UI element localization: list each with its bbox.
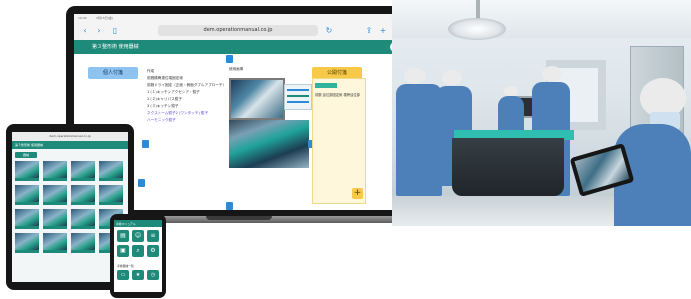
address-bar[interactable]: dem.operationmanual.co.jp (158, 25, 318, 36)
phone-header: 手術マニュアル (114, 220, 162, 227)
thumbnail[interactable] (15, 209, 39, 229)
menu-button[interactable]: ▣ (117, 245, 129, 257)
drag-handle-corner[interactable] (138, 179, 145, 187)
person-icon: ☺ (134, 232, 142, 239)
instrument-photo-small[interactable] (284, 84, 312, 110)
thumbnail[interactable] (71, 209, 95, 229)
text-line: 1 (１)キッチンアクセシア・鉗子 (147, 90, 200, 94)
instrument-photo[interactable] (229, 78, 285, 120)
thumbnail[interactable] (99, 161, 123, 181)
phone-title: 手術マニュアル (116, 222, 136, 226)
thumbnail[interactable] (71, 233, 95, 253)
thumbnail[interactable] (43, 209, 67, 229)
star-icon: ★ (135, 272, 141, 278)
reload-icon[interactable]: ↻ (324, 26, 334, 36)
thumbnail[interactable] (43, 233, 67, 253)
ceiling (392, 0, 691, 38)
text-line: 作成 (147, 69, 155, 73)
text-line: 3 (３)キッチン鉗子 (147, 104, 179, 108)
image-column-label: 使用画像 (229, 67, 244, 71)
menu-button[interactable]: ★ (132, 270, 144, 280)
thumbnail[interactable] (15, 161, 39, 181)
public-note-panel: 前腕 遠位部固定術 橈骨遠位部 (312, 78, 366, 204)
tablet-title: 第３整形術 使用器械 (15, 143, 43, 147)
text-link[interactable]: ハーモニック鉗子 (147, 117, 225, 124)
procedure-text: 作成 前腕橈骨遠位端固定術 前腕ドライ固定（正面・側面ダブルアプローチ） 1 (… (147, 68, 225, 124)
text-line: 前腕ドライ固定（正面・側面ダブルアプローチ） (147, 83, 225, 87)
operating-room-photo (392, 0, 691, 226)
thumbnail[interactable] (99, 185, 123, 205)
laptop-notch (206, 216, 272, 220)
phone-screen: 手術マニュアル ▤ ☺ ≡ ▣ ⌕ ⚙ 手術器械一覧 ▭ ★ ◷ (114, 220, 162, 292)
thumbnail[interactable] (43, 161, 67, 181)
menu-button[interactable]: ▭ (117, 270, 129, 280)
text-link[interactable]: ネクストーム鉗子2 (ワンタッチ) 鉗子 (147, 110, 225, 117)
browser-toolbar: ‹ › ▯ dem.operationmanual.co.jp ↻ ⇪ + ⧉ (74, 22, 404, 41)
personal-note-tab[interactable]: 個人付箋 (88, 67, 138, 79)
phone-menu-grid-2: ▭ ★ ◷ (117, 270, 159, 280)
tablet-address-bar[interactable]: dem.operationmanual.co.jp (12, 132, 128, 141)
document-icon: ▤ (120, 232, 126, 239)
surgical-light (448, 18, 506, 40)
thumbnail[interactable] (43, 185, 67, 205)
phone-menu-grid: ▤ ☺ ≡ ▣ ⌕ ⚙ (117, 230, 159, 257)
image-icon: ▣ (120, 247, 126, 254)
tablet-section-label: 器械 (15, 152, 37, 158)
surgeon-cap (442, 70, 462, 85)
public-note-text: 前腕 遠位部固定術 橈骨遠位部 (315, 93, 360, 97)
search-icon: ⌕ (136, 247, 140, 254)
menu-button[interactable]: ⚙ (147, 245, 159, 257)
book-icon[interactable]: ▯ (110, 26, 120, 36)
menu-button[interactable]: ▤ (117, 230, 129, 242)
gear-icon: ⚙ (150, 247, 156, 254)
app-title-bar: 第３整形術 使用器械 × (74, 40, 404, 54)
drag-handle-top[interactable] (226, 55, 233, 63)
list-icon: ≡ (150, 232, 156, 239)
phone-section-label: 手術器械一覧 (117, 264, 134, 268)
add-tab-icon[interactable]: + (378, 26, 388, 36)
status-time: 10:32 (78, 16, 87, 20)
folder-icon: ▭ (120, 272, 126, 278)
surgeon-cap (404, 68, 426, 84)
text-line: 前腕橈骨遠位端固定術 (147, 76, 183, 80)
note-chip (315, 83, 337, 88)
thumbnail[interactable] (15, 185, 39, 205)
menu-button[interactable]: ⌕ (132, 245, 144, 257)
menu-button[interactable]: ≡ (147, 230, 159, 242)
tablet-header: 第３整形術 使用器械 (12, 141, 128, 149)
clock-icon: ◷ (150, 272, 156, 278)
nurse-cap (542, 66, 562, 82)
thumbnail-grid (15, 161, 125, 253)
menu-button[interactable]: ◷ (147, 270, 159, 280)
thumbnail[interactable] (15, 233, 39, 253)
forward-icon[interactable]: › (94, 26, 104, 36)
text-line: 2 (２)キャリパス鉗子 (147, 97, 182, 101)
page-title: 第３整形術 使用器械 (92, 44, 139, 50)
surgical-drape (452, 138, 564, 196)
drag-handle-bottom[interactable] (226, 202, 233, 210)
plus-icon: + (353, 188, 362, 198)
thumbnail[interactable] (71, 161, 95, 181)
back-icon[interactable]: ‹ (80, 26, 90, 36)
surgical-light-arm (476, 0, 480, 20)
drag-handle-left[interactable] (142, 140, 149, 148)
menu-button[interactable]: ☺ (132, 230, 144, 242)
status-bar: 10:32 3月15日(金) 77% (74, 14, 404, 22)
thumbnail[interactable] (71, 185, 95, 205)
share-icon[interactable]: ⇪ (364, 26, 374, 36)
surgery-photo[interactable] (229, 120, 309, 168)
add-note-button[interactable]: + (352, 188, 363, 199)
status-date: 3月15日(金) (96, 16, 114, 20)
